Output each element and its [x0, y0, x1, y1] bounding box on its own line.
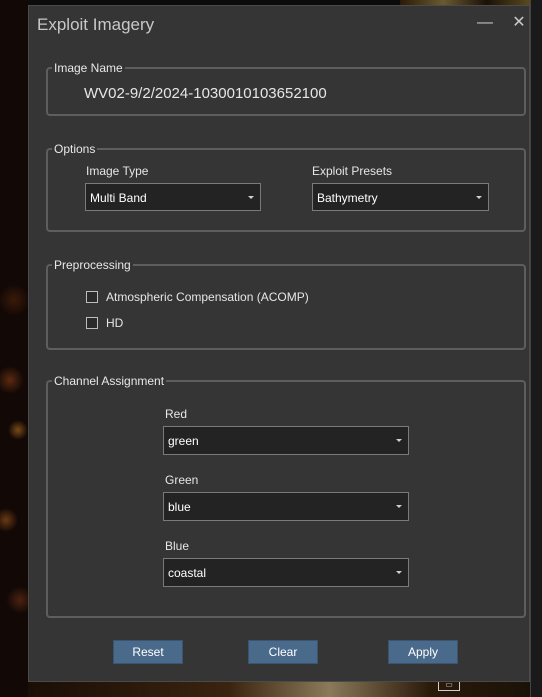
preprocessing-legend: Preprocessing: [54, 258, 131, 272]
red-channel-select[interactable]: green: [163, 426, 409, 455]
acomp-checkbox[interactable]: [86, 291, 98, 303]
image-type-select[interactable]: Multi Band: [85, 183, 261, 211]
image-name-group: Image Name WV02-9/2/2024-103001010365210…: [46, 61, 526, 116]
chevron-down-icon: [396, 505, 402, 508]
apply-button[interactable]: Apply: [388, 640, 458, 664]
blue-channel-select[interactable]: coastal: [163, 558, 409, 587]
chevron-down-icon: [396, 439, 402, 442]
green-channel-value: blue: [168, 500, 191, 514]
image-type-value: Multi Band: [90, 191, 147, 205]
minimize-icon[interactable]: —: [473, 12, 497, 34]
green-channel-label: Green: [165, 473, 199, 487]
chevron-down-icon: [248, 196, 254, 199]
exploit-presets-select[interactable]: Bathymetry: [312, 183, 489, 211]
background-panel-edge: [530, 0, 542, 697]
background-map: [0, 0, 28, 697]
options-legend: Options: [54, 142, 96, 156]
chevron-down-icon: [396, 571, 402, 574]
clear-button[interactable]: Clear: [248, 640, 318, 664]
hd-checkbox[interactable]: [86, 317, 98, 329]
reset-button[interactable]: Reset: [113, 640, 183, 664]
exploit-imagery-dialog: Exploit Imagery — ✕ Image Name WV02-9/2/…: [28, 5, 530, 682]
exploit-presets-label: Exploit Presets: [312, 164, 393, 178]
blue-channel-label: Blue: [165, 539, 190, 553]
image-type-label: Image Type: [86, 164, 149, 178]
dialog-title: Exploit Imagery: [37, 15, 155, 34]
red-channel-value: green: [168, 434, 199, 448]
red-channel-label: Red: [165, 407, 188, 421]
channel-assignment-legend: Channel Assignment: [54, 374, 165, 388]
green-channel-select[interactable]: blue: [163, 492, 409, 521]
image-name-legend: Image Name: [54, 61, 123, 75]
preprocessing-group: Preprocessing: [46, 258, 526, 350]
chevron-down-icon: [476, 196, 482, 199]
close-icon[interactable]: ✕: [507, 12, 531, 34]
image-name-value: WV02-9/2/2024-1030010103652100: [84, 85, 327, 102]
acomp-label: Atmospheric Compensation (ACOMP): [106, 290, 309, 304]
exploit-presets-value: Bathymetry: [317, 191, 378, 205]
blue-channel-value: coastal: [168, 566, 207, 580]
hd-label: HD: [106, 316, 124, 330]
